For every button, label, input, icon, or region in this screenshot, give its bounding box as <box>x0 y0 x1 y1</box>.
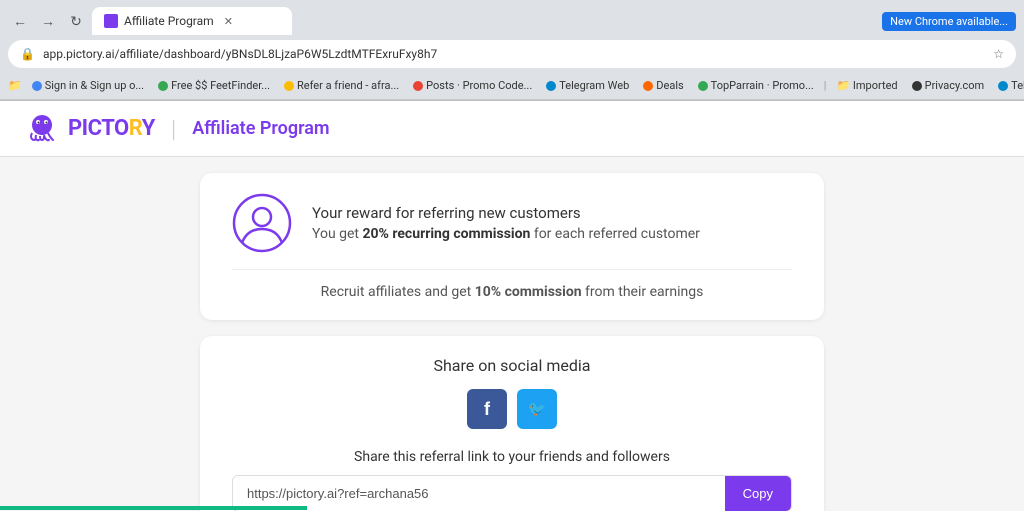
facebook-share-button[interactable]: f <box>467 389 507 429</box>
twitter-icon: 🐦 <box>528 400 547 418</box>
url-text: app.pictory.ai/affiliate/dashboard/yBNsD… <box>43 47 985 61</box>
bookmark-telegram2[interactable]: Telegram Web <box>992 77 1024 94</box>
header-divider: | <box>171 115 176 143</box>
reward-suffix: for each referred customer <box>530 226 700 242</box>
site-header: PICTORY | Affiliate Program <box>0 101 1024 157</box>
bookmark-telegram1[interactable]: Telegram Web <box>540 77 635 94</box>
twitter-share-button[interactable]: 🐦 <box>517 389 557 429</box>
bookmark-signin[interactable]: Sign in & Sign up o... <box>26 77 150 94</box>
chrome-update-badge[interactable]: New Chrome available... <box>882 12 1016 31</box>
bookmark-divider: | <box>824 79 827 92</box>
forward-button[interactable]: → <box>36 9 60 33</box>
reward-user-icon <box>232 193 292 253</box>
recruit-bold: 10% commission <box>475 284 582 300</box>
tab-favicon <box>104 14 118 28</box>
bookmark-label: Free $$ FeetFinder... <box>171 79 270 92</box>
recruit-suffix: from their earnings <box>582 284 704 300</box>
back-button[interactable]: ← <box>8 9 32 33</box>
reward-prefix: You get <box>312 226 362 242</box>
bookmark-deals[interactable]: Deals <box>637 77 689 94</box>
page-content: PICTORY | Affiliate Program Your reward … <box>0 101 1024 511</box>
url-bar[interactable]: 🔒 app.pictory.ai/affiliate/dashboard/yBN… <box>8 40 1016 68</box>
referral-label: Share this referral link to your friends… <box>232 449 792 465</box>
bookmark-refer[interactable]: Refer a friend - afra... <box>278 77 405 94</box>
bookmark-label: Sign in & Sign up o... <box>45 79 144 92</box>
refresh-button[interactable]: ↻ <box>64 9 88 33</box>
reward-card: Your reward for referring new customers … <box>200 173 824 320</box>
browser-chrome: ← → ↻ Affiliate Program ✕ New Chrome ava… <box>0 0 1024 101</box>
bookmark-label: Privacy.com <box>925 79 985 92</box>
reward-subtitle: You get 20% recurring commission for eac… <box>312 226 700 242</box>
bookmark-imported[interactable]: 📁 Imported <box>830 77 903 94</box>
bookmark-posts[interactable]: Posts · Promo Code... <box>407 77 538 94</box>
bookmark-label: 📁 Imported <box>836 79 897 92</box>
share-title: Share on social media <box>232 356 792 375</box>
share-card: Share on social media f 🐦 Share this ref… <box>200 336 824 511</box>
recruit-section: Recruit affiliates and get 10% commissio… <box>232 270 792 300</box>
affiliate-program-title: Affiliate Program <box>192 118 329 139</box>
bookmark-label: TopParrain · Promo... <box>711 79 814 92</box>
bookmarks-bar: 📁 Sign in & Sign up o... Free $$ FeetFin… <box>0 72 1024 100</box>
url-icons: ☆ <box>993 47 1004 61</box>
recruit-prefix: Recruit affiliates and get <box>321 284 475 300</box>
social-buttons: f 🐦 <box>232 389 792 429</box>
bookmark-label: Refer a friend - afra... <box>297 79 399 92</box>
bookmark-feetfinder[interactable]: Free $$ FeetFinder... <box>152 77 276 94</box>
bookmark-privacy[interactable]: Privacy.com <box>906 77 991 94</box>
logo-text: PICTORY <box>68 116 155 141</box>
facebook-icon: f <box>484 399 490 420</box>
bookmark-label: Posts · Promo Code... <box>426 79 532 92</box>
tab-close-icon[interactable]: ✕ <box>224 15 233 28</box>
bookmark-topparrain[interactable]: TopParrain · Promo... <box>692 77 820 94</box>
active-tab[interactable]: Affiliate Program ✕ <box>92 7 292 35</box>
bookmark-label: Telegram Web <box>559 79 629 92</box>
tab-bar: ← → ↻ Affiliate Program ✕ New Chrome ava… <box>0 0 1024 36</box>
bookmark-label: Deals <box>656 79 683 92</box>
star-icon[interactable]: ☆ <box>993 47 1004 61</box>
progress-bar <box>0 506 1024 510</box>
pictory-logo-icon <box>24 111 60 147</box>
address-bar: 🔒 app.pictory.ai/affiliate/dashboard/yBN… <box>0 36 1024 72</box>
bookmark-label: Telegram Web <box>1011 79 1024 92</box>
reward-text: Your reward for referring new customers … <box>312 204 700 242</box>
reward-title: Your reward for referring new customers <box>312 204 700 222</box>
reward-bold: 20% recurring commission <box>362 226 530 242</box>
bookmarks-icon: 📁 <box>8 79 22 92</box>
logo-area: PICTORY <box>24 111 155 147</box>
tab-title: Affiliate Program <box>124 14 214 28</box>
main-content: Your reward for referring new customers … <box>0 157 1024 511</box>
reward-section: Your reward for referring new customers … <box>232 193 792 270</box>
